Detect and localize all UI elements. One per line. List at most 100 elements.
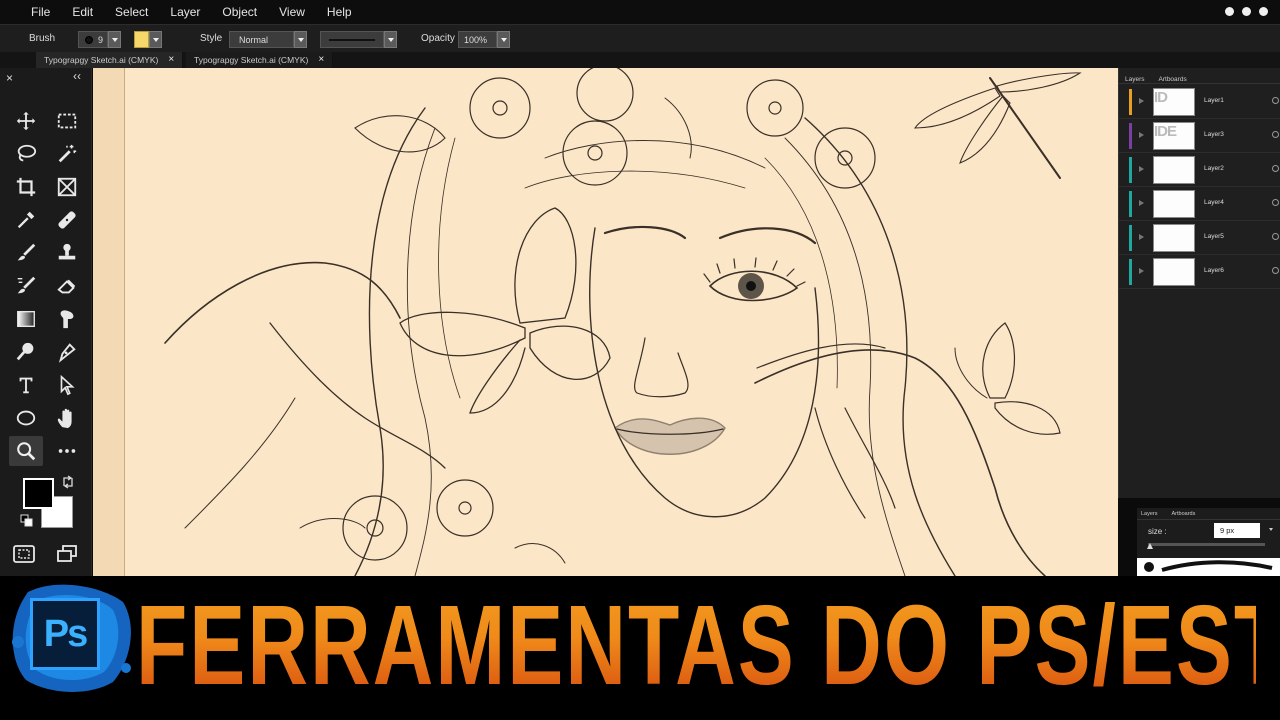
visibility-toggle-icon[interactable] [1272, 97, 1279, 104]
marquee-icon[interactable] [50, 106, 84, 136]
layer-row[interactable]: Layer5 [1119, 221, 1280, 255]
expand-arrow-icon[interactable] [1139, 98, 1144, 104]
layers-panel: Layers Artboards ID Layer1 IDE Layer3 Layer2… [1118, 68, 1280, 498]
crop-icon[interactable] [9, 172, 43, 202]
swap-colors-icon[interactable] [61, 475, 75, 489]
layer-row[interactable]: IDE Layer3 [1119, 119, 1280, 153]
smudge-icon[interactable] [50, 304, 84, 334]
menu-select[interactable]: Select [104, 0, 159, 24]
menu-view[interactable]: View [268, 0, 316, 24]
hand-icon[interactable] [50, 403, 84, 433]
size-input[interactable]: 9 px [1214, 523, 1260, 538]
ellipse-icon[interactable] [9, 403, 43, 433]
menu-file[interactable]: File [0, 0, 61, 24]
tab-close-icon[interactable]: × [318, 55, 324, 65]
canvas-area[interactable] [93, 68, 1118, 576]
tab-artboards[interactable]: Artboards [1159, 76, 1187, 83]
stroke-select[interactable] [320, 31, 384, 48]
path-select-icon[interactable] [50, 370, 84, 400]
foreground-color-swatch[interactable] [23, 478, 54, 509]
tab-layers[interactable]: Layers [1141, 511, 1158, 519]
layer-thumbnail [1153, 190, 1195, 218]
document-tab-label: Typograpgy Sketch.ai (CMYK) [194, 55, 309, 65]
layer-thumbnail: IDE [1153, 122, 1195, 150]
type-icon[interactable] [9, 370, 43, 400]
layer-name: Layer2 [1204, 165, 1224, 172]
smudge-icon-glyph [60, 310, 74, 329]
quick-mask-icon[interactable] [13, 544, 35, 564]
stamp-icon-glyph [58, 243, 76, 260]
window-dot-maximize[interactable] [1242, 7, 1251, 16]
options-bar: Brush 9 Style Normal Opacity 100% [0, 24, 1280, 52]
eraser-icon-glyph [57, 279, 76, 294]
sketch-artboard[interactable] [125, 68, 1118, 576]
dodge-icon[interactable] [9, 337, 43, 367]
size-dropdown-icon[interactable] [1269, 528, 1273, 531]
layer-thumbnail: ID [1153, 88, 1195, 116]
eraser-icon[interactable] [50, 271, 84, 301]
hand-icon-glyph [57, 408, 72, 429]
gradient-icon[interactable] [9, 304, 43, 334]
style-dropdown[interactable] [294, 31, 307, 48]
default-colors-icon[interactable] [20, 514, 34, 528]
document-tab-inactive[interactable]: Typograpgy Sketch.ai (CMYK) × [186, 52, 334, 68]
visibility-toggle-icon[interactable] [1272, 267, 1279, 274]
screen-mode-icon[interactable] [56, 544, 78, 564]
expand-arrow-icon[interactable] [1139, 132, 1144, 138]
style-label: Style [200, 33, 223, 44]
pen-icon[interactable] [50, 337, 84, 367]
layer-row[interactable]: ID Layer1 [1119, 85, 1280, 119]
frame-icon[interactable] [50, 172, 84, 202]
stroke-dropdown[interactable] [384, 31, 397, 48]
magic-wand-icon[interactable] [50, 139, 84, 169]
menu-edit[interactable]: Edit [61, 0, 104, 24]
history-brush-icon[interactable] [9, 271, 43, 301]
move-icon[interactable] [9, 106, 43, 136]
opacity-field[interactable]: 100% [458, 31, 497, 48]
layer-name: Layer4 [1204, 199, 1224, 206]
eyedropper-icon[interactable] [9, 205, 43, 235]
stamp-icon[interactable] [50, 238, 84, 268]
tab-artboards[interactable]: Artboards [1172, 511, 1196, 519]
toolbox-close-icon[interactable]: × [6, 71, 13, 85]
brush-panel-tabs: Layers Artboards [1137, 508, 1280, 520]
size-slider-track[interactable] [1148, 543, 1265, 546]
healing-icon[interactable] [50, 205, 84, 235]
toolbox-collapse-icon[interactable]: ‹‹ [73, 69, 81, 83]
zoom-icon[interactable] [9, 436, 43, 466]
document-tab-active[interactable]: Typograpgy Sketch.ai (CMYK) × [36, 52, 184, 68]
visibility-toggle-icon[interactable] [1272, 131, 1279, 138]
brush-icon[interactable] [9, 238, 43, 268]
window-dot-close[interactable] [1259, 7, 1268, 16]
menu-help[interactable]: Help [316, 0, 363, 24]
opacity-label: Opacity [421, 33, 455, 44]
visibility-toggle-icon[interactable] [1272, 233, 1279, 240]
visibility-toggle-icon[interactable] [1272, 165, 1279, 172]
expand-arrow-icon[interactable] [1139, 166, 1144, 172]
layer-name: Layer6 [1204, 267, 1224, 274]
tab-layers[interactable]: Layers [1125, 76, 1145, 83]
tab-close-icon[interactable]: × [168, 55, 174, 65]
style-select[interactable]: Normal [229, 31, 294, 48]
brush-color-swatch[interactable] [134, 31, 149, 48]
layer-row[interactable]: Layer6 [1119, 255, 1280, 289]
expand-arrow-icon[interactable] [1139, 234, 1144, 240]
brush-color-dropdown[interactable] [149, 31, 162, 48]
brush-size-panel: Layers Artboards size : 9 px [1137, 508, 1280, 576]
window-dot-minimize[interactable] [1225, 7, 1234, 16]
opacity-dropdown[interactable] [497, 31, 510, 48]
layer-row[interactable]: Layer2 [1119, 153, 1280, 187]
visibility-toggle-icon[interactable] [1272, 199, 1279, 206]
size-slider-handle[interactable] [1147, 543, 1153, 549]
lasso-icon[interactable] [9, 139, 43, 169]
style-value: Normal [239, 34, 269, 45]
expand-arrow-icon[interactable] [1139, 200, 1144, 206]
brush-size-picker[interactable]: 9 [78, 31, 108, 48]
menu-object[interactable]: Object [211, 0, 268, 24]
brush-size-dropdown[interactable] [108, 31, 121, 48]
more-icon[interactable] [50, 436, 84, 466]
menu-layer[interactable]: Layer [159, 0, 211, 24]
layer-color-tag [1129, 259, 1132, 285]
layer-row[interactable]: Layer4 [1119, 187, 1280, 221]
expand-arrow-icon[interactable] [1139, 268, 1144, 274]
